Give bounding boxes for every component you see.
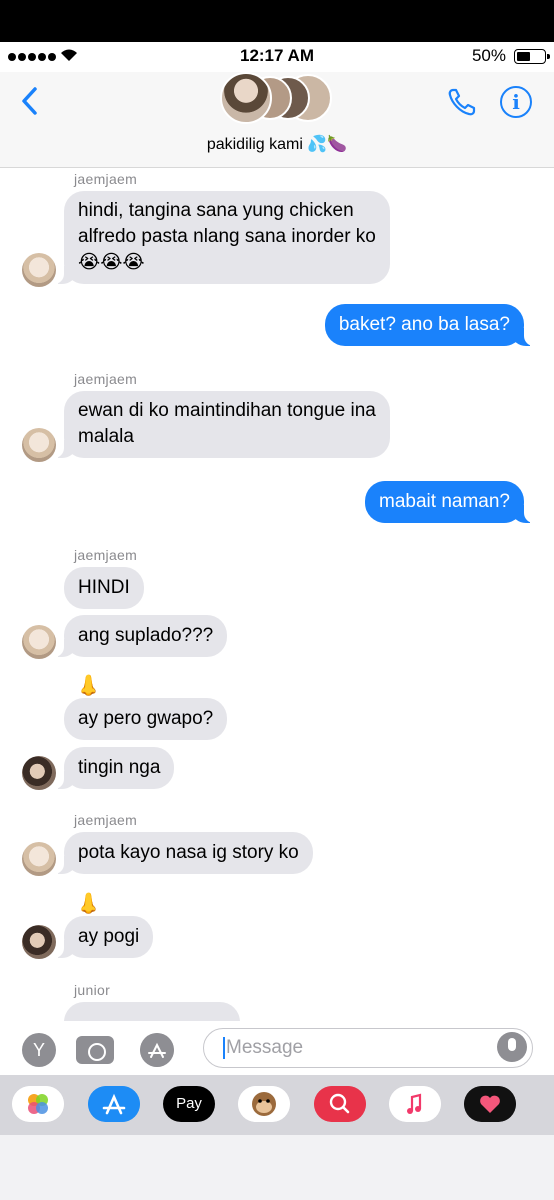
message-text: alfredo pasta nlang sana inorder ko: [78, 226, 376, 247]
incoming-bubble[interactable]: ang suplado???: [53, 615, 228, 657]
message-text: ay pogi: [78, 926, 140, 947]
avatar: [22, 428, 56, 462]
message-thread[interactable]: jaemjaem hindi, tangina sana yung chicke…: [0, 169, 554, 1021]
message-text: mabait naman?: [379, 491, 510, 512]
incoming-bubble[interactable]: pota kayo nasa ig story ko: [54, 832, 313, 874]
outgoing-bubble[interactable]: baket? ano ba lasa?: [324, 304, 535, 346]
sender-name: jaemjaem: [74, 547, 138, 563]
phone-icon[interactable]: [446, 86, 478, 118]
avatar: [220, 72, 272, 124]
incoming-bubble[interactable]: ay pero gwapo?: [64, 698, 228, 740]
message-text: malala: [78, 426, 134, 447]
sender-name: jaemjaem: [74, 371, 138, 387]
incoming-bubble[interactable]: [64, 1002, 240, 1021]
message-text: hindi, tangina sana yung chicken: [78, 200, 354, 221]
message-text: baket? ano ba lasa?: [338, 314, 510, 335]
avatar: [22, 756, 56, 790]
incoming-bubble[interactable]: tingin nga: [53, 747, 175, 789]
top-black-bar: [0, 0, 554, 42]
search-images-app-icon[interactable]: [314, 1086, 366, 1122]
battery-percent: 50%: [471, 46, 506, 65]
photos-app-icon[interactable]: [12, 1086, 64, 1122]
microphone-icon[interactable]: [497, 1032, 527, 1062]
sender-name: jaemjaem: [74, 812, 138, 828]
app-store-icon[interactable]: [140, 1033, 174, 1067]
avatar: [22, 842, 56, 876]
message-text: ay pero gwapo?: [78, 708, 214, 729]
digital-touch-app-icon[interactable]: [464, 1086, 516, 1122]
y-app-button[interactable]: Y: [22, 1033, 56, 1067]
incoming-bubble[interactable]: HINDI: [64, 567, 144, 609]
message-text: tingin nga: [78, 757, 161, 778]
incoming-bubble[interactable]: hindi, tangina sana yung chicken alfredo…: [54, 191, 390, 284]
compose-bar: Y Message: [0, 1021, 554, 1075]
app-store-icon[interactable]: [88, 1086, 140, 1122]
music-app-icon[interactable]: [389, 1086, 441, 1122]
outgoing-bubble[interactable]: mabait naman?: [365, 481, 534, 523]
sender-emoji: 👃: [76, 893, 101, 915]
group-avatars[interactable]: [220, 72, 340, 124]
sender-emoji: 👃: [76, 675, 101, 697]
avatar: [22, 925, 56, 959]
app-drawer: Pay: [0, 1075, 554, 1135]
battery-icon: [514, 49, 550, 64]
chevron-left-icon[interactable]: [18, 86, 42, 116]
message-text: 😭😭😭: [78, 252, 145, 273]
keyboard-area: [0, 1135, 554, 1200]
sender-name: junior: [74, 982, 111, 998]
info-icon[interactable]: i: [500, 86, 532, 118]
message-text: pota kayo nasa ig story ko: [78, 842, 299, 863]
message-text: ang suplado???: [78, 625, 214, 646]
incoming-bubble[interactable]: ewan di ko maintindihan tongue ina malal…: [54, 391, 390, 458]
incoming-bubble[interactable]: ay pogi: [53, 916, 154, 958]
group-name[interactable]: pakidilig kami 💦🍆: [0, 134, 554, 154]
status-time: 12:17 AM: [239, 46, 314, 65]
animoji-app-icon[interactable]: [238, 1086, 290, 1122]
message-text: ewan di ko maintindihan tongue ina: [78, 400, 376, 421]
avatar: [22, 253, 56, 287]
message-text: HINDI: [78, 577, 130, 598]
message-input[interactable]: Message: [203, 1028, 533, 1068]
apple-pay-app-icon[interactable]: Pay: [163, 1086, 215, 1122]
camera-icon[interactable]: [76, 1036, 114, 1064]
pay-label: Pay: [176, 1095, 202, 1112]
sender-name: jaemjaem: [74, 171, 138, 187]
status-bar: 12:17 AM 50%: [0, 42, 554, 72]
conversation-header: pakidilig kami 💦🍆 i: [0, 72, 554, 168]
avatar: [22, 625, 56, 659]
